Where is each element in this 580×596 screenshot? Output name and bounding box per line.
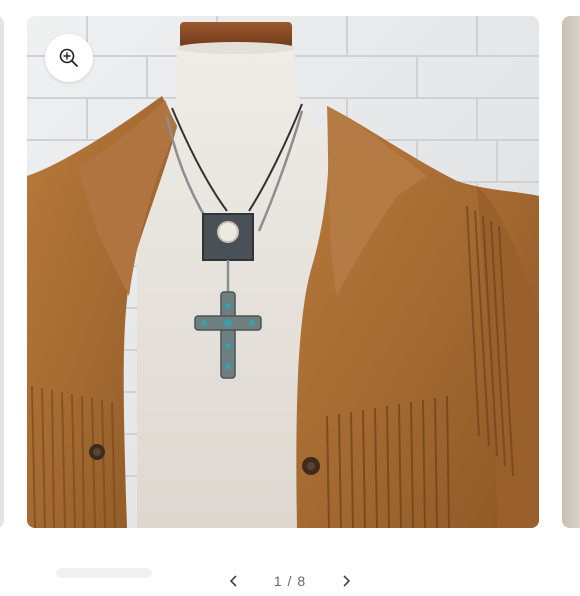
product-gallery-viewport	[0, 0, 580, 540]
chevron-left-icon	[229, 575, 237, 587]
previous-slide-button[interactable]	[222, 569, 246, 593]
previous-slide-peek[interactable]	[0, 16, 4, 528]
gallery-slide[interactable]	[27, 16, 539, 528]
next-slide-peek[interactable]	[562, 16, 580, 528]
zoom-in-icon	[59, 48, 78, 67]
chevron-right-icon	[343, 575, 351, 587]
product-photo	[27, 16, 539, 528]
slide-counter: 1 / 8	[273, 573, 307, 589]
next-slide-button[interactable]	[334, 569, 358, 593]
zoom-button[interactable]	[45, 34, 93, 82]
gallery-pager: 1 / 8	[0, 566, 580, 596]
